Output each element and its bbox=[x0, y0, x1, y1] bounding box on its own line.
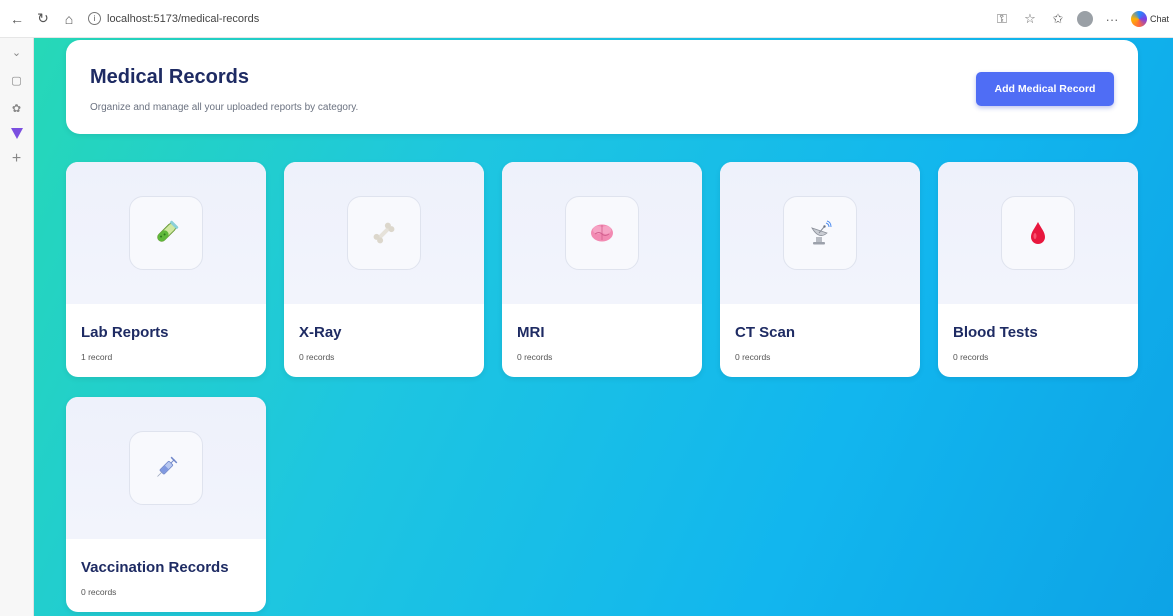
page-subtitle: Organize and manage all your uploaded re… bbox=[90, 102, 359, 113]
card-image-area bbox=[938, 162, 1138, 304]
test-tube-icon bbox=[129, 196, 203, 270]
address-bar[interactable]: i localhost:5173/medical-records bbox=[88, 12, 259, 25]
favorite-star-icon[interactable]: ☆ bbox=[1021, 10, 1039, 28]
category-title: X-Ray bbox=[299, 324, 342, 341]
browser-toolbar: ← ↻ ⌂ i localhost:5173/medical-records ⚿… bbox=[0, 0, 1173, 38]
category-card-x-ray[interactable]: X-Ray 0 records bbox=[284, 162, 484, 377]
back-icon[interactable]: ← bbox=[6, 8, 28, 30]
copilot-icon bbox=[1130, 11, 1147, 27]
category-count: 0 records bbox=[953, 352, 989, 362]
category-card-ct-scan[interactable]: CT Scan 0 records bbox=[720, 162, 920, 377]
copilot-label: Chat bbox=[1149, 14, 1169, 24]
favorites-icon[interactable]: ✩ bbox=[1049, 10, 1067, 28]
reload-icon[interactable]: ↻ bbox=[32, 8, 54, 30]
category-title: Blood Tests bbox=[953, 324, 1038, 341]
card-image-area bbox=[720, 162, 920, 304]
more-options-icon[interactable]: ··· bbox=[1103, 10, 1121, 28]
card-image-area bbox=[66, 397, 266, 539]
info-icon[interactable]: i bbox=[88, 12, 101, 25]
app-logo-icon[interactable] bbox=[10, 128, 23, 139]
category-card-lab-reports[interactable]: Lab Reports 1 record bbox=[66, 162, 266, 377]
category-title: Vaccination Records bbox=[81, 559, 229, 576]
category-count: 0 records bbox=[735, 352, 771, 362]
card-image-area bbox=[502, 162, 702, 304]
brain-icon bbox=[565, 196, 639, 270]
copilot-button[interactable]: Chat bbox=[1130, 11, 1169, 27]
page-header: Medical Records Organize and manage all … bbox=[66, 40, 1138, 134]
category-title: Lab Reports bbox=[81, 324, 169, 341]
add-icon[interactable]: + bbox=[9, 150, 25, 167]
extension-icon[interactable]: ✿ bbox=[9, 100, 25, 116]
blood-drop-icon bbox=[1001, 196, 1075, 270]
calendar-icon[interactable]: ▢ bbox=[9, 72, 25, 88]
main-content: Medical Records Organize and manage all … bbox=[34, 38, 1173, 616]
category-card-blood-tests[interactable]: Blood Tests 0 records bbox=[938, 162, 1138, 377]
category-count: 0 records bbox=[81, 587, 117, 597]
category-title: MRI bbox=[517, 324, 545, 341]
satellite-dish-icon bbox=[783, 196, 857, 270]
card-image-area bbox=[284, 162, 484, 304]
syringe-icon bbox=[129, 431, 203, 505]
home-icon[interactable]: ⌂ bbox=[58, 8, 80, 30]
category-count: 0 records bbox=[299, 352, 335, 362]
category-card-vaccination-records[interactable]: Vaccination Records 0 records bbox=[66, 397, 266, 612]
card-image-area bbox=[66, 162, 266, 304]
bone-icon bbox=[347, 196, 421, 270]
page-title: Medical Records bbox=[90, 66, 249, 88]
category-card-mri[interactable]: MRI 0 records bbox=[502, 162, 702, 377]
chevron-down-icon[interactable]: ⌄ bbox=[9, 44, 25, 60]
key-icon[interactable]: ⚿ bbox=[993, 10, 1011, 28]
category-title: CT Scan bbox=[735, 324, 796, 341]
category-count: 1 record bbox=[81, 352, 113, 362]
profile-avatar[interactable] bbox=[1076, 11, 1093, 27]
url-text: localhost:5173/medical-records bbox=[107, 12, 260, 25]
category-count: 0 records bbox=[517, 352, 553, 362]
browser-sidebar: ⌄ ▢ ✿ + bbox=[0, 38, 34, 616]
add-medical-record-button[interactable]: Add Medical Record bbox=[976, 72, 1114, 106]
